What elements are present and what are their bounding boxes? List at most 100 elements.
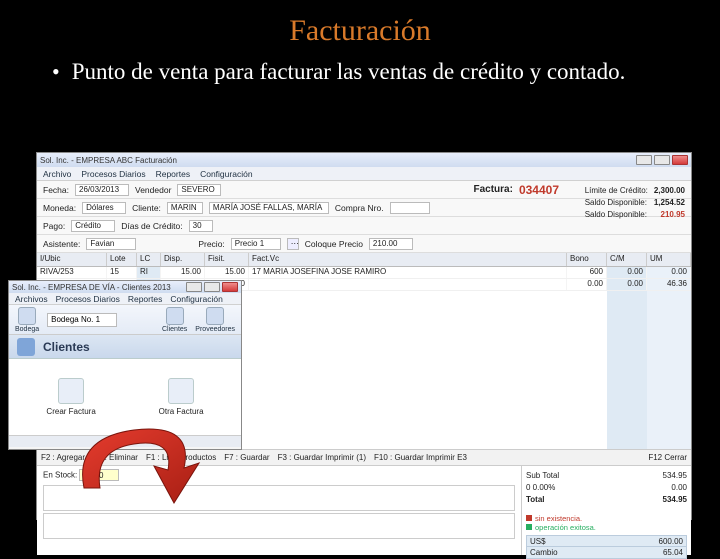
window-controls: [636, 155, 688, 165]
dias-label: Días de Crédito:: [121, 221, 182, 231]
bodega-combo[interactable]: Bodega No. 1: [47, 313, 117, 327]
f3-save-print[interactable]: F3 : Guardar Imprimir (1): [278, 453, 366, 462]
sub-close-button[interactable]: [222, 282, 238, 292]
disponible-value: 1,254.52: [654, 197, 685, 209]
cell[interactable]: RI: [137, 267, 161, 278]
bodega-label: Bodega: [15, 326, 39, 333]
cell[interactable]: 15.00: [205, 267, 249, 278]
cell[interactable]: 17 MARIA JOSEFINA JOSE RAMIRO: [249, 267, 567, 278]
document-alt-icon: [168, 378, 194, 404]
maximize-button[interactable]: [654, 155, 670, 165]
cliente-name: MARÍA JOSÉ FALLAS, MARÍA: [209, 202, 329, 214]
titlebar: Sol. Inc. - EMPRESA ABC Facturación: [37, 153, 691, 167]
vendedor-label: Vendedor: [135, 185, 171, 195]
cell[interactable]: 0.00: [607, 279, 647, 290]
cliente-code-input[interactable]: MARIN: [167, 202, 203, 214]
coloque-value: 210.00: [369, 238, 413, 250]
notes-box-2[interactable]: [43, 513, 515, 539]
legend-green-icon: [526, 524, 532, 530]
sub-menubar: Archivos Procesos Diarios Reportes Confi…: [9, 293, 241, 305]
vendedor-input[interactable]: SEVERO: [177, 184, 221, 196]
menu-reportes[interactable]: Reportes: [156, 169, 191, 179]
bodega-selector[interactable]: Bodega: [15, 307, 39, 333]
cliente-label: Cliente:: [132, 203, 161, 213]
document-icon: [58, 378, 84, 404]
f1-list[interactable]: F1 : Lista productos: [146, 453, 216, 462]
cell[interactable]: 0.00: [607, 267, 647, 278]
moneda-select[interactable]: Dólares: [82, 202, 126, 214]
col-ubic[interactable]: I/Ubic: [37, 253, 107, 266]
col-lc[interactable]: LC: [137, 253, 161, 266]
warehouse-icon: [18, 307, 36, 325]
col-um[interactable]: UM: [647, 253, 691, 266]
invoice-label: Factura:: [474, 184, 513, 195]
coloque-label: Coloque Precio: [305, 239, 363, 249]
menu-procesos[interactable]: Procesos Diarios: [81, 169, 145, 179]
sub-menu-reportes[interactable]: Reportes: [128, 294, 163, 304]
proveedores-toolbar-button[interactable]: Proveedores: [195, 307, 235, 333]
sub-minimize-button[interactable]: [186, 282, 202, 292]
other-invoice-button[interactable]: Otra Factura: [159, 378, 204, 416]
total-label: Total: [526, 495, 545, 504]
invoice-number: 034407: [519, 183, 559, 197]
table-row[interactable]: RIVA/253 15 RI 15.00 15.00 17 MARIA JOSE…: [37, 267, 691, 279]
pago-select[interactable]: Crédito: [71, 220, 115, 232]
precio-select[interactable]: Precio 1: [231, 238, 281, 250]
col-factvc[interactable]: Fact.Vc: [249, 253, 567, 266]
en-stock-label: En Stock:: [43, 471, 77, 480]
compra-label: Compra Nro.: [335, 203, 384, 213]
col-disp[interactable]: Disp.: [161, 253, 205, 266]
sub-statusbar: [9, 435, 241, 447]
f7-save[interactable]: F7 : Guardar: [224, 453, 269, 462]
col-fisit[interactable]: Fisit.: [205, 253, 249, 266]
asistente-label: Asistente:: [43, 239, 80, 249]
totals-block: Sub Total534.95 0 0.00%0.00 Total534.95 …: [521, 466, 691, 555]
sub-toolbar: Bodega Bodega No. 1 Clientes Proveedores: [9, 305, 241, 335]
cell[interactable]: [249, 279, 567, 290]
cambio-label: Cambio: [530, 548, 558, 557]
f4-delete[interactable]: F4 : Eliminar: [93, 453, 138, 462]
col-bono[interactable]: Bono: [567, 253, 607, 266]
col-cm[interactable]: C/M: [607, 253, 647, 266]
slide-title: Facturación: [0, 0, 720, 54]
clientes-label: Clientes: [162, 326, 187, 333]
clients-window: Sol. Inc. - EMPRESA DE VÍA - Clientes 20…: [8, 280, 242, 450]
en-stock-value: 16.00: [79, 469, 119, 481]
sub-maximize-button[interactable]: [204, 282, 220, 292]
header-row-4: Asistente: Favian Precio: Precio 1 ⋯ Col…: [37, 235, 691, 253]
sub-menu-config[interactable]: Configuración: [170, 294, 222, 304]
saldo-label: Saldo Disponible:: [585, 209, 647, 221]
f12-close[interactable]: F12 Cerrar: [648, 453, 687, 462]
close-button[interactable]: [672, 155, 688, 165]
cell[interactable]: 0.00: [567, 279, 607, 290]
cell[interactable]: 15: [107, 267, 137, 278]
asistente-input[interactable]: Favian: [86, 238, 136, 250]
f2-add[interactable]: F2 : Agregar: [41, 453, 85, 462]
clientes-toolbar-button[interactable]: Clientes: [162, 307, 187, 333]
f10-save-print-e3[interactable]: F10 : Guardar Imprimir E3: [374, 453, 467, 462]
precio-label: Precio:: [198, 239, 224, 249]
cell[interactable]: 46.36: [647, 279, 691, 290]
menu-config[interactable]: Configuración: [200, 169, 252, 179]
sub-menu-procesos[interactable]: Procesos Diarios: [56, 294, 120, 304]
saldo-value: 210.95: [661, 209, 685, 221]
sub-menu-archivos[interactable]: Archivos: [15, 294, 48, 304]
other-invoice-label: Otra Factura: [159, 407, 204, 416]
menu-archivo[interactable]: Archivo: [43, 169, 71, 179]
create-invoice-button[interactable]: Crear Factura: [46, 378, 95, 416]
subtotal-label: Sub Total: [526, 471, 559, 480]
cell[interactable]: 0.00: [647, 267, 691, 278]
cell[interactable]: 15.00: [161, 267, 205, 278]
cell[interactable]: RIVA/253: [37, 267, 107, 278]
fecha-input[interactable]: 26/03/2013: [75, 184, 129, 196]
precio-lookup-button[interactable]: ⋯: [287, 238, 299, 250]
minimize-button[interactable]: [636, 155, 652, 165]
notes-box[interactable]: [43, 485, 515, 511]
compra-input[interactable]: [390, 202, 430, 214]
dias-input[interactable]: 30: [189, 220, 213, 232]
fecha-label: Fecha:: [43, 185, 69, 195]
col-lote[interactable]: Lote: [107, 253, 137, 266]
legend-no-stock: sin existencia.: [535, 514, 582, 523]
legend-red-icon: [526, 515, 532, 521]
cell[interactable]: 600: [567, 267, 607, 278]
